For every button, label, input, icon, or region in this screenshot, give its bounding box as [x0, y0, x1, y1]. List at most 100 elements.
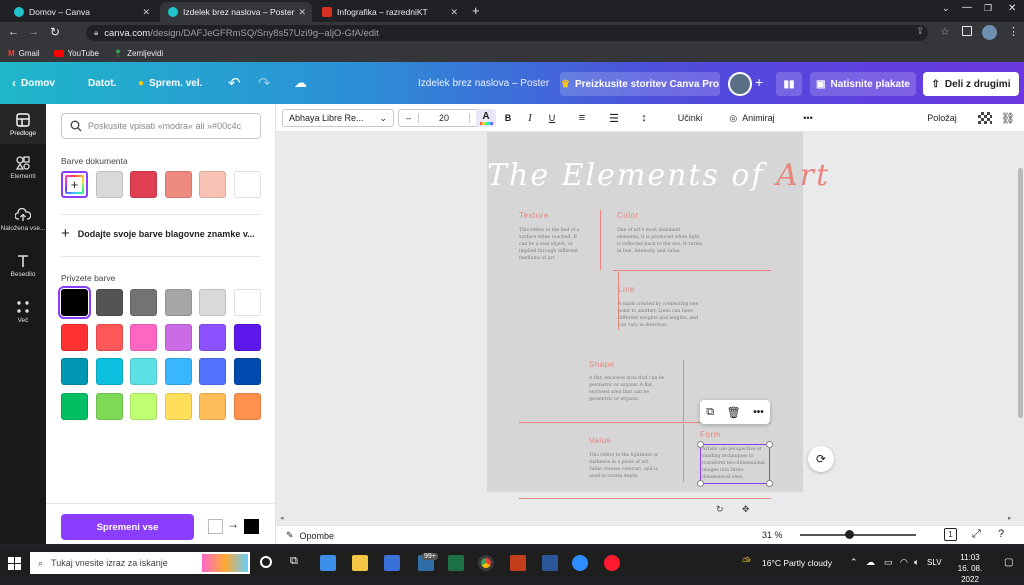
section-body-value[interactable]: This refers to the lightness or darkness…: [589, 452, 663, 480]
document-color-swatch[interactable]: [199, 171, 226, 198]
vertical-scrollbar[interactable]: [1016, 132, 1024, 513]
share-page-icon[interactable]: ⇪: [916, 26, 924, 37]
default-color-swatch[interactable]: [199, 289, 226, 316]
default-color-swatch[interactable]: [61, 358, 88, 385]
default-color-swatch[interactable]: [233, 392, 261, 420]
close-tab-icon[interactable]: ✕: [298, 7, 306, 18]
text-color-button[interactable]: A: [476, 109, 496, 127]
taskbar-clock[interactable]: 11:03 16. 08. 2022: [950, 552, 990, 585]
resize-button[interactable]: ● Sprem. vel.: [138, 74, 202, 92]
windows-start-icon[interactable]: [8, 557, 21, 570]
default-color-swatch[interactable]: [95, 358, 123, 385]
default-color-swatch[interactable]: [164, 289, 192, 316]
undo-icon[interactable]: ↶: [228, 74, 241, 92]
redo-icon[interactable]: ↷: [258, 74, 271, 92]
section-body-line[interactable]: A mark created by connecting one point t…: [618, 301, 702, 329]
default-color-swatch[interactable]: [130, 392, 157, 420]
wifi-icon[interactable]: ◠: [900, 557, 908, 568]
tab-search-chevron-icon[interactable]: ⌄: [942, 3, 950, 14]
section-heading-form[interactable]: Form: [700, 430, 721, 439]
fullscreen-icon[interactable]: ⤢: [972, 528, 981, 541]
document-color-swatch[interactable]: [233, 171, 261, 198]
align-left-icon[interactable]: ≡: [574, 109, 590, 127]
underline-button[interactable]: U: [544, 109, 560, 127]
add-color-button[interactable]: +: [61, 171, 88, 198]
delete-trash-icon[interactable]: 🗑︎: [727, 406, 741, 419]
side-panel-icon[interactable]: [962, 26, 972, 36]
back-arrow-icon[interactable]: ←: [8, 26, 19, 38]
profile-avatar[interactable]: [982, 25, 997, 40]
italic-button[interactable]: I: [522, 109, 538, 127]
maximize-window-icon[interactable]: ❐: [984, 3, 992, 14]
section-heading-value[interactable]: Value: [589, 436, 611, 445]
font-size-value[interactable]: 20: [419, 113, 469, 123]
line-spacing-icon[interactable]: ↕: [636, 109, 652, 127]
address-bar[interactable]: 🔒︎ canva.com/design/DAFJeGFRmSQ/Sny8s57U…: [86, 25, 928, 41]
section-body-texture[interactable]: This refers to the feel of a surface whe…: [519, 227, 583, 262]
taskbar-search-input[interactable]: ⌕ Tukaj vnesite izraz za iskanje: [30, 552, 250, 574]
section-heading-line[interactable]: Line: [618, 285, 635, 294]
browser-tab-poster[interactable]: Izdelek brez naslova – Poster ✕: [160, 2, 312, 22]
default-color-swatch[interactable]: [164, 358, 192, 385]
default-color-swatch[interactable]: [130, 289, 157, 316]
insights-chart-icon[interactable]: ▮▮: [776, 72, 802, 96]
close-tab-icon[interactable]: ✕: [142, 7, 150, 18]
more-options-button[interactable]: •••: [798, 109, 818, 127]
default-color-swatch[interactable]: [130, 358, 157, 385]
default-color-swatch[interactable]: [58, 286, 91, 319]
resize-handle[interactable]: [766, 441, 773, 448]
document-color-swatch[interactable]: [164, 171, 192, 198]
link-icon[interactable]: ⛓: [1000, 109, 1016, 127]
default-color-swatch[interactable]: [199, 358, 226, 385]
zoom-slider-thumb[interactable]: [844, 530, 854, 539]
bookmark-maps[interactable]: 📍︎ Zemljevidi: [113, 49, 163, 58]
transparency-icon[interactable]: [978, 112, 992, 124]
duplicate-icon[interactable]: ⧉: [706, 406, 714, 419]
document-color-swatch[interactable]: [130, 171, 157, 198]
browser-tab-infografika[interactable]: Infografika – razredniKT ✕: [314, 2, 464, 22]
add-brand-colors-button[interactable]: + Dodajte svoje barve blagovne znamke v.…: [61, 225, 255, 242]
scroll-left-icon[interactable]: ◂: [280, 514, 284, 522]
page-count-icon[interactable]: 1: [944, 528, 957, 541]
resize-handle[interactable]: [697, 441, 704, 448]
default-color-swatch[interactable]: [95, 392, 123, 420]
bold-button[interactable]: B: [500, 109, 516, 127]
browser-menu-icon[interactable]: ⋮: [1008, 25, 1019, 38]
reload-icon[interactable]: ↻: [50, 25, 60, 39]
excel-app-icon[interactable]: [448, 555, 464, 571]
default-color-swatch[interactable]: [164, 323, 192, 351]
mail-app-icon[interactable]: [384, 555, 400, 571]
edge-app-icon[interactable]: [320, 555, 336, 571]
onedrive-cloud-icon[interactable]: ☁: [866, 557, 875, 568]
chrome-app-icon[interactable]: [478, 555, 494, 571]
default-color-swatch[interactable]: [95, 323, 123, 351]
new-tab-plus-icon[interactable]: +: [472, 3, 480, 18]
zoom-level[interactable]: 31 %: [762, 530, 783, 540]
file-menu-button[interactable]: Datot.: [88, 74, 116, 92]
default-color-swatch[interactable]: [199, 323, 226, 351]
position-button[interactable]: Položaj: [922, 109, 962, 127]
default-color-swatch[interactable]: [233, 358, 261, 385]
opera-app-icon[interactable]: [604, 555, 620, 571]
user-avatar[interactable]: [728, 72, 752, 96]
battery-icon[interactable]: ▭: [884, 557, 893, 568]
rail-item-elements[interactable]: Elementi: [0, 148, 46, 188]
decrease-size-button[interactable]: –: [399, 113, 419, 123]
default-color-swatch[interactable]: [130, 323, 157, 351]
default-color-swatch[interactable]: [233, 289, 261, 316]
powerpoint-app-icon[interactable]: [510, 555, 526, 571]
forward-arrow-icon[interactable]: →: [28, 26, 39, 38]
browser-tab-home[interactable]: Domov – Canva ✕: [6, 2, 156, 22]
section-heading-color[interactable]: Color: [617, 211, 639, 220]
rail-item-uploads[interactable]: Naložena vse...: [0, 204, 46, 244]
notes-button[interactable]: ✎ Opombe: [286, 530, 334, 541]
file-explorer-icon[interactable]: [352, 555, 368, 571]
bookmark-gmail[interactable]: M Gmail: [8, 49, 40, 58]
zoom-slider[interactable]: [800, 530, 916, 539]
bookmark-youtube[interactable]: YouTube: [53, 49, 99, 58]
rotate-handle-icon[interactable]: ↻: [716, 504, 724, 513]
volume-icon[interactable]: 🔈︎: [914, 557, 919, 568]
selection-box[interactable]: [700, 444, 770, 484]
print-posters-button[interactable]: ▣ Natisnite plakate: [810, 72, 916, 96]
poster-title[interactable]: The Elements of Art: [487, 158, 828, 193]
